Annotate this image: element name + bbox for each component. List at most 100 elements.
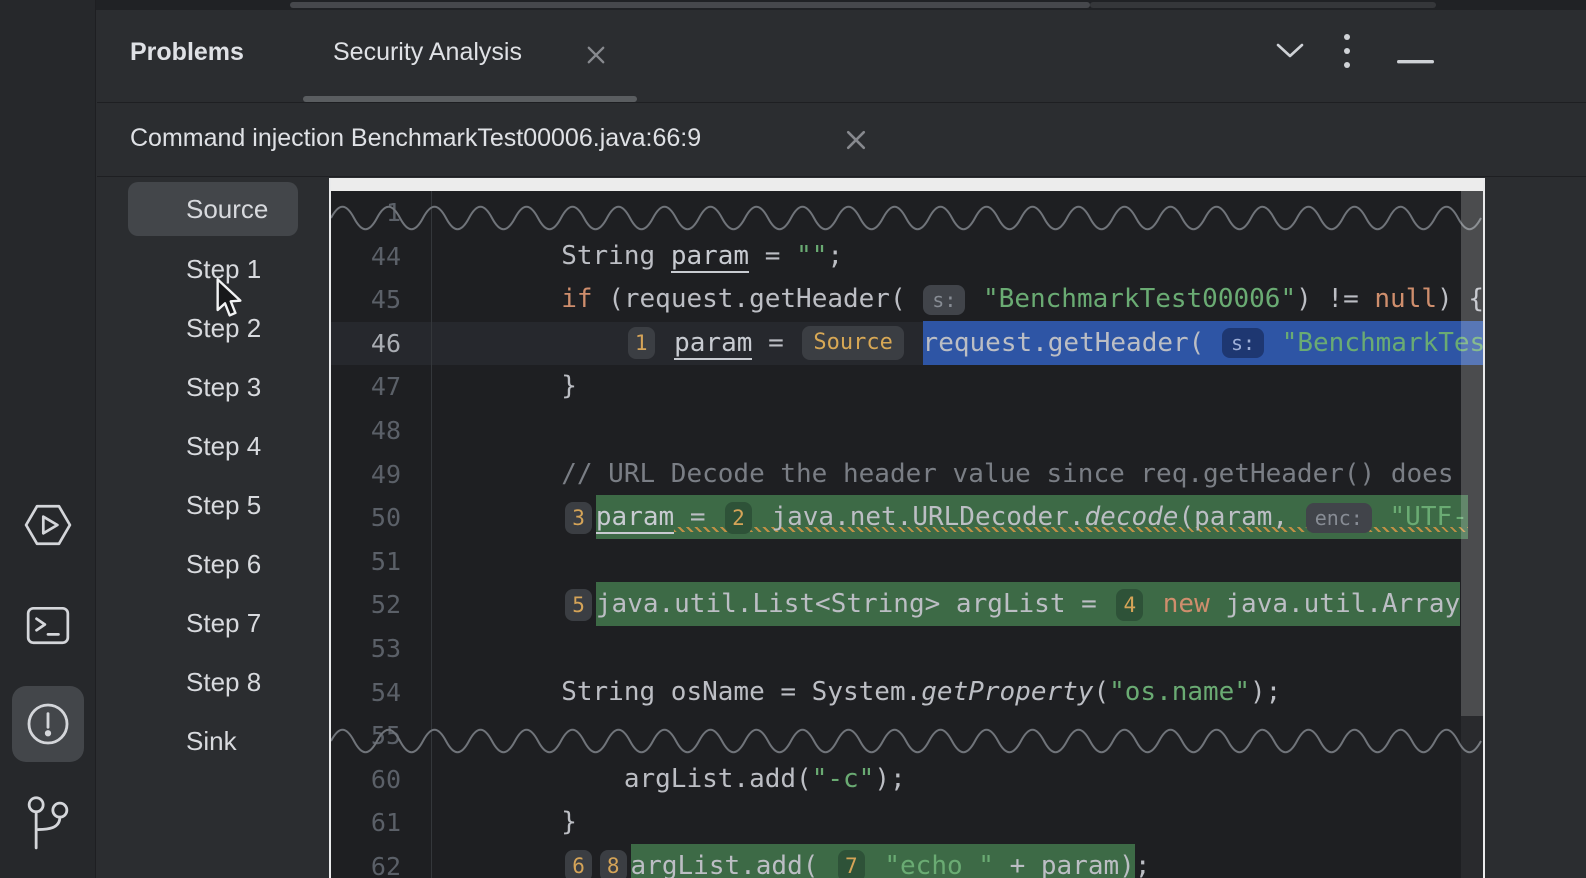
terminal-icon[interactable] xyxy=(0,600,96,650)
line-number: 49 xyxy=(370,459,401,489)
step-item-step-1[interactable]: Step 1 xyxy=(97,240,329,299)
step-label: Step 5 xyxy=(186,490,262,520)
step-item-step-5[interactable]: Step 5 xyxy=(97,476,329,535)
code-token: String osName = System. xyxy=(436,676,922,707)
warning-squiggle-span: = 2 java.net.URLDecoder.decode(param, en… xyxy=(674,501,1468,534)
line-number: 62 xyxy=(370,851,401,878)
code-viewport[interactable]: 1 44 String param = ""; 45 if (request.get… xyxy=(331,191,1483,878)
line-content: 6 8 argList.add( 7 "echo " + param); xyxy=(431,843,1483,878)
line-content xyxy=(431,539,1483,584)
trace-step-badge[interactable]: 3 xyxy=(565,501,592,534)
code-token: "BenchmarkTest00006" xyxy=(983,284,1297,315)
code-line-54[interactable]: 54 String osName = System.getProperty("o… xyxy=(331,670,1483,715)
line-number: 45 xyxy=(370,285,401,315)
code-line-52[interactable]: 52 5 java.util.List<String> argList = 4 n… xyxy=(331,582,1483,627)
horizontal-scrollbar-remnant[interactable] xyxy=(290,2,1090,8)
step-label: Step 3 xyxy=(186,372,262,402)
code-line-1[interactable]: 1 xyxy=(331,191,1483,235)
code-line-47[interactable]: 47 } xyxy=(331,365,1483,409)
chevron-down-icon[interactable] xyxy=(1275,40,1305,67)
code-line-53[interactable]: 53 xyxy=(331,626,1483,671)
line-content: 3 param = 2 java.net.URLDecoder.decode(pa… xyxy=(431,495,1483,540)
line-content: 1 param = Source request.getHeader( s: "… xyxy=(431,320,1483,366)
blue-highlight: request.getHeader( s: "BenchmarkTest0 xyxy=(922,320,1483,365)
line-number: 50 xyxy=(370,503,401,533)
horizontal-scrollbar-track xyxy=(1090,2,1436,8)
green-highlight: argList.add( 7 "echo " + param) xyxy=(630,843,1135,878)
line-content: } xyxy=(431,365,1483,409)
code-token: param xyxy=(670,240,750,273)
step-item-step-8[interactable]: Step 8 xyxy=(97,653,329,712)
line-content xyxy=(431,408,1483,453)
tool-window-header: Problems Security Analysis xyxy=(97,10,1586,103)
step-item-sink[interactable]: Sink xyxy=(97,712,329,771)
code-token: (request.getHeader( xyxy=(592,284,922,315)
line-content xyxy=(431,191,1483,235)
line-number: 60 xyxy=(370,764,401,794)
step-item-step-3[interactable]: Step 3 xyxy=(97,358,329,417)
code-line-62[interactable]: 62 6 8 argList.add( 7 "echo " + param); xyxy=(331,843,1483,878)
code-line-46[interactable]: 46 1 param = Source request.getHeader( s… xyxy=(331,320,1483,366)
ide-problems-tool-window: Problems Security Analysis Command injec… xyxy=(0,0,1586,878)
step-label: Step 6 xyxy=(186,549,262,579)
line-number: 51 xyxy=(370,546,401,576)
code-line-50[interactable]: 50 3 param = 2 java.net.URLDecoder.decode… xyxy=(331,495,1483,540)
code-token: ); xyxy=(1250,676,1282,707)
code-token: java.net.URLDecoder. xyxy=(755,502,1085,533)
code-token: if xyxy=(561,284,593,315)
minimize-icon[interactable] xyxy=(1397,52,1435,70)
line-content: String osName = System.getProperty("os.n… xyxy=(431,670,1483,715)
code-line-49[interactable]: 49 // URL Decode the header value since … xyxy=(331,452,1483,497)
code-line-45[interactable]: 45 if (request.getHeader( s: "BenchmarkT… xyxy=(331,278,1483,322)
step-item-step-7[interactable]: Step 7 xyxy=(97,594,329,653)
trace-step-badge[interactable]: 5 xyxy=(565,588,592,621)
step-label: Step 8 xyxy=(186,667,262,697)
code-line-44[interactable]: 44 String param = ""; xyxy=(331,234,1483,279)
trace-step-badge[interactable]: 8 xyxy=(599,850,627,878)
active-tab-underline xyxy=(303,96,637,102)
code-preview: 1 44 String param = ""; 45 if (request.get… xyxy=(329,178,1485,878)
trace-step-badge[interactable]: 6 xyxy=(565,850,592,878)
line-content: // URL Decode the header value since req… xyxy=(431,452,1483,497)
code-line-51[interactable]: 51 xyxy=(331,539,1483,584)
line-number: 48 xyxy=(370,415,401,445)
kebab-menu-icon[interactable] xyxy=(1341,32,1353,77)
step-item-source[interactable]: Source xyxy=(97,178,329,240)
problems-panel: Problems Security Analysis Command injec… xyxy=(97,10,1586,878)
trace-step-badge[interactable]: 2 xyxy=(725,501,752,534)
services-icon[interactable] xyxy=(0,500,96,550)
line-content: 5 java.util.List<String> argList = 4 new … xyxy=(431,582,1483,627)
code-line-60[interactable]: 60 argList.add("-c"); xyxy=(331,757,1483,802)
step-label: Sink xyxy=(186,726,237,756)
step-item-step-6[interactable]: Step 6 xyxy=(97,535,329,594)
close-icon[interactable] xyxy=(584,43,608,72)
trace-step-badge[interactable]: 4 xyxy=(1116,588,1144,621)
trace-step-badge[interactable]: 7 xyxy=(838,850,865,878)
git-branch-icon[interactable] xyxy=(0,793,96,851)
code-token: } xyxy=(436,807,577,838)
trace-step-badge[interactable]: 1 xyxy=(627,327,655,360)
scrollbar-thumb[interactable] xyxy=(1461,191,1483,716)
step-label: Source xyxy=(186,194,269,224)
code-token: null xyxy=(1374,284,1438,315)
code-line-61[interactable]: 61 } xyxy=(331,801,1483,845)
code-token: param xyxy=(674,327,753,360)
code-token: param xyxy=(595,502,675,535)
panel-title: Problems xyxy=(130,38,244,66)
step-item-step-2[interactable]: Step 2 xyxy=(97,299,329,358)
tab-security-analysis[interactable]: Security Analysis xyxy=(333,38,522,67)
step-item-step-4[interactable]: Step 4 xyxy=(97,417,329,476)
problems-icon[interactable] xyxy=(0,686,96,762)
close-icon[interactable] xyxy=(843,127,869,158)
problem-breadcrumb-bar: Command injection BenchmarkTest00006.jav… xyxy=(97,104,1586,177)
code-line-48[interactable]: 48 xyxy=(331,408,1483,453)
code-line-55[interactable]: 55 xyxy=(331,714,1483,758)
code-token: = xyxy=(752,327,800,358)
source-tag[interactable]: Source xyxy=(802,326,904,361)
vertical-scrollbar[interactable] xyxy=(1461,191,1483,878)
